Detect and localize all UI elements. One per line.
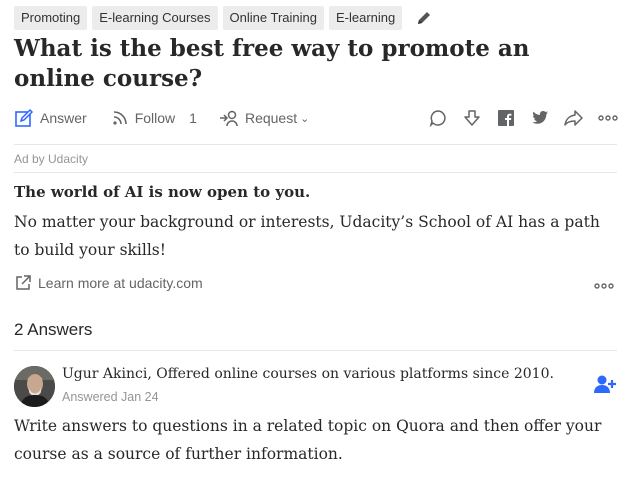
answered-date[interactable]: Answered Jan 24	[62, 390, 159, 404]
answer-button[interactable]: Answer	[14, 108, 87, 128]
downvote-icon[interactable]	[462, 108, 482, 128]
question-title[interactable]: What is the best free way to promote an …	[14, 34, 614, 94]
request-button[interactable]: Request ⌄	[219, 109, 309, 127]
topic-list: Promoting E-learning Courses Online Trai…	[14, 6, 433, 30]
more-icon[interactable]	[594, 276, 614, 296]
divider	[14, 172, 617, 173]
author-credential: Offered online courses on various platfo…	[156, 366, 554, 382]
share-actions	[428, 108, 618, 128]
request-user-icon	[219, 109, 239, 127]
answer-label: Answer	[40, 110, 87, 126]
credential-separator: ,	[147, 366, 157, 382]
ad-label: Ad by Udacity	[14, 152, 89, 166]
ad-headline[interactable]: The world of AI is now open to you.	[14, 183, 310, 201]
rss-icon	[111, 109, 129, 127]
avatar[interactable]	[14, 366, 55, 407]
answers-count: 2 Answers	[14, 320, 93, 339]
divider	[14, 350, 617, 351]
topic-tag[interactable]: E-learning	[328, 6, 403, 30]
ad-link-text: Learn more at udacity.com	[38, 275, 203, 291]
share-icon[interactable]	[564, 108, 584, 128]
comment-icon[interactable]	[428, 108, 448, 128]
external-link-icon	[14, 274, 32, 292]
author-line: Ugur Akinci, Offered online courses on v…	[62, 366, 554, 382]
follow-button[interactable]: Follow 1	[111, 109, 197, 127]
ad-body[interactable]: No matter your background or interests, …	[14, 208, 614, 264]
pencil-icon[interactable]	[415, 9, 433, 27]
add-user-icon[interactable]	[593, 374, 617, 399]
follow-count: 1	[189, 110, 197, 126]
question-action-bar: Answer Follow 1 Request ⌄	[14, 105, 618, 131]
chevron-down-icon: ⌄	[300, 112, 310, 125]
request-label: Request	[244, 110, 298, 126]
more-icon[interactable]	[598, 108, 618, 128]
topic-tag[interactable]: E-learning Courses	[92, 6, 218, 30]
pen-square-icon	[14, 108, 34, 128]
ad-learn-more-link[interactable]: Learn more at udacity.com	[14, 274, 203, 292]
answer-body: Write answers to questions in a related …	[14, 417, 602, 463]
divider	[14, 144, 617, 145]
facebook-icon[interactable]	[496, 108, 516, 128]
topic-tag[interactable]: Online Training	[222, 6, 324, 30]
author-name[interactable]: Ugur Akinci	[62, 366, 147, 382]
follow-label: Follow	[134, 110, 176, 126]
twitter-icon[interactable]	[530, 108, 550, 128]
topic-tag[interactable]: Promoting	[14, 6, 88, 30]
